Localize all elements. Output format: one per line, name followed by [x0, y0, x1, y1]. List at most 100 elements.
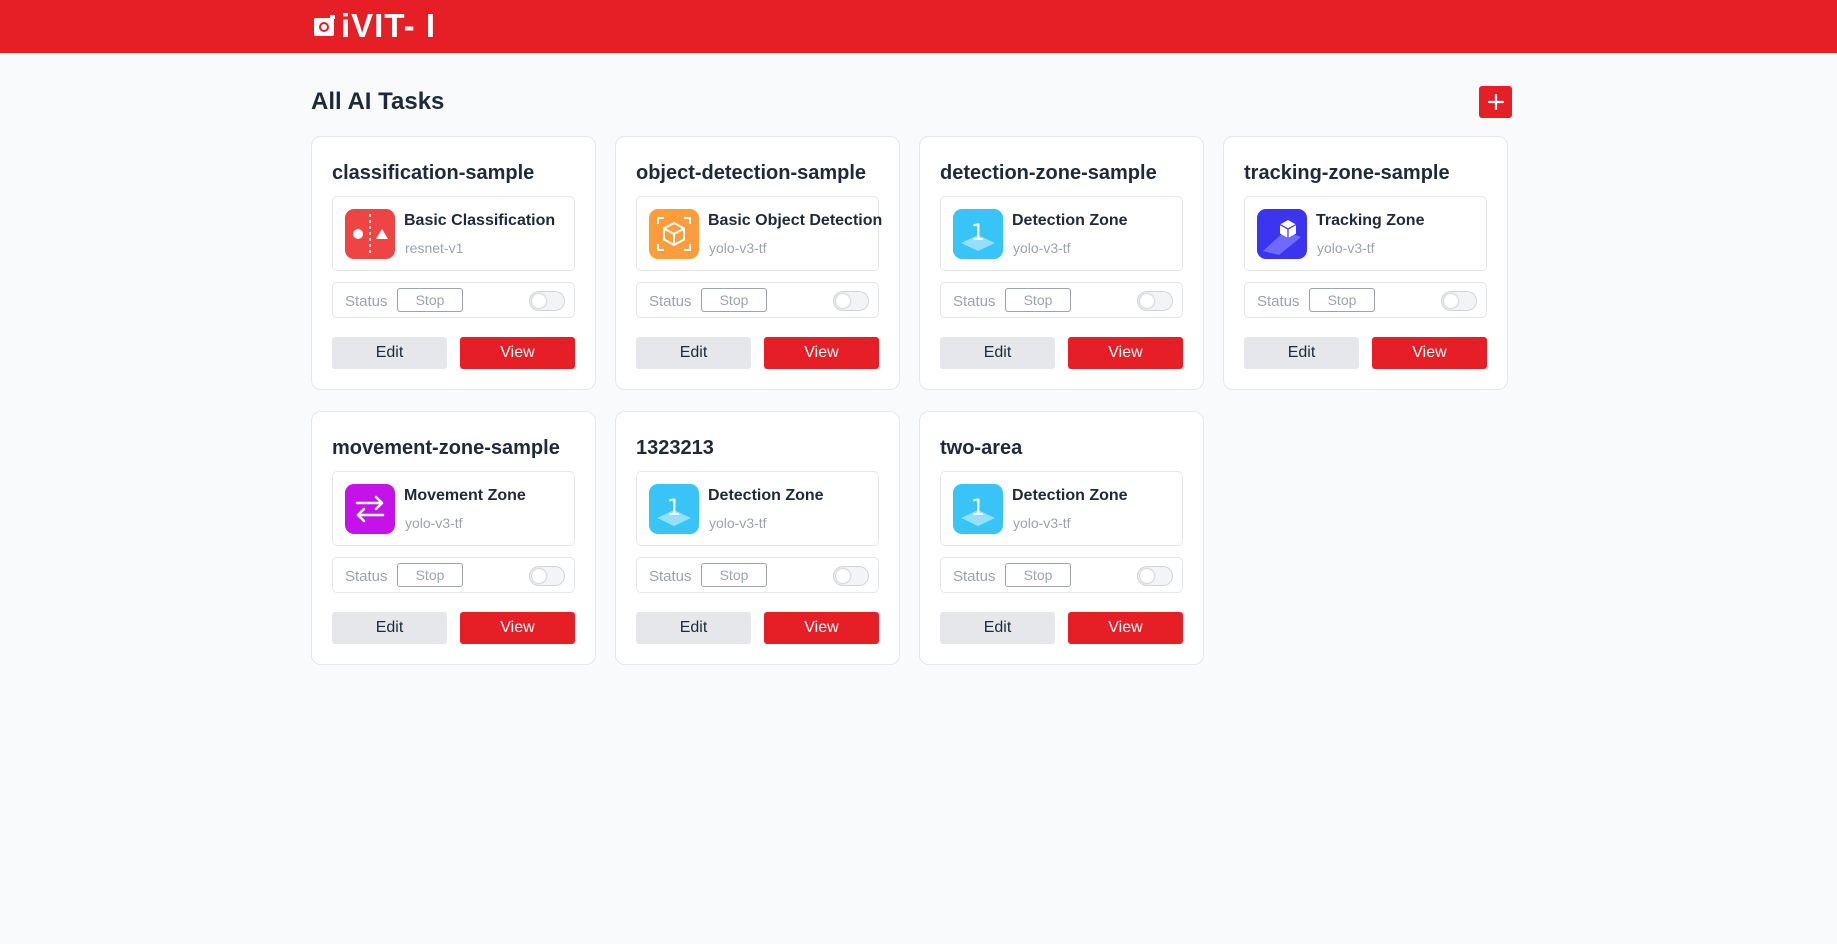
model-name: yolo-v3-tf: [1013, 515, 1071, 531]
task-name[interactable]: detection-zone-sample: [940, 162, 1157, 185]
detection-zone-icon: 1: [953, 209, 1003, 259]
edit-button[interactable]: Edit: [940, 337, 1055, 369]
task-application: Basic Classification resnet-v1: [332, 196, 575, 271]
status-label: Status: [1257, 293, 1300, 310]
svg-text:1: 1: [971, 221, 985, 246]
view-button[interactable]: View: [764, 612, 879, 644]
task-name[interactable]: object-detection-sample: [636, 162, 866, 185]
status-badge: Stop: [1309, 288, 1375, 312]
task-card: movement-zone-sample Movement Zone yolo-…: [311, 411, 596, 665]
object-detection-icon: [649, 209, 699, 259]
run-toggle[interactable]: [1137, 566, 1173, 586]
run-toggle[interactable]: [833, 291, 869, 311]
toggle-knob: [1140, 569, 1154, 583]
status-row: Status Stop: [636, 557, 879, 593]
status-label: Status: [953, 568, 996, 585]
status-row: Status Stop: [332, 557, 575, 593]
model-name: yolo-v3-tf: [709, 515, 767, 531]
model-name: yolo-v3-tf: [405, 515, 463, 531]
edit-button[interactable]: Edit: [332, 337, 447, 369]
task-name[interactable]: movement-zone-sample: [332, 437, 560, 460]
application-name: Detection Zone: [708, 487, 824, 504]
task-card: object-detection-sample Basic Object Det…: [615, 136, 900, 390]
run-toggle[interactable]: [1441, 291, 1477, 311]
view-button[interactable]: View: [764, 337, 879, 369]
application-name: Detection Zone: [1012, 212, 1128, 229]
edit-button[interactable]: Edit: [332, 612, 447, 644]
status-badge: Stop: [397, 563, 463, 587]
task-application: Tracking Zone yolo-v3-tf: [1244, 196, 1487, 271]
view-button[interactable]: View: [1372, 337, 1487, 369]
toggle-knob: [1140, 294, 1154, 308]
status-label: Status: [345, 568, 388, 585]
view-button[interactable]: View: [460, 612, 575, 644]
add-task-button[interactable]: [1479, 86, 1512, 118]
task-application: Basic Object Detection yolo-v3-tf: [636, 196, 883, 271]
model-name: yolo-v3-tf: [709, 240, 767, 256]
status-row: Status Stop: [940, 557, 1183, 593]
top-bar: iVIT- I: [0, 0, 1837, 53]
task-application: 1 Detection Zone yolo-v3-tf: [636, 471, 879, 546]
task-name[interactable]: 1323213: [636, 437, 714, 460]
tracking-zone-icon: [1257, 209, 1307, 259]
status-row: Status Stop: [636, 282, 879, 318]
application-name: Tracking Zone: [1316, 212, 1425, 229]
plus-icon: [1487, 94, 1504, 110]
status-badge: Stop: [701, 288, 767, 312]
toggle-knob: [532, 294, 546, 308]
run-toggle[interactable]: [529, 566, 565, 586]
toggle-knob: [836, 294, 850, 308]
task-application: 1 Detection Zone yolo-v3-tf: [940, 471, 1183, 546]
app-logo[interactable]: iVIT- I: [313, 7, 437, 44]
status-label: Status: [649, 568, 692, 585]
model-name: yolo-v3-tf: [1013, 240, 1071, 256]
application-name: Detection Zone: [1012, 487, 1128, 504]
svg-text:1: 1: [667, 496, 681, 521]
task-name[interactable]: classification-sample: [332, 162, 534, 185]
view-button[interactable]: View: [460, 337, 575, 369]
classification-icon: [345, 209, 395, 259]
model-name: resnet-v1: [405, 240, 464, 256]
task-name[interactable]: tracking-zone-sample: [1244, 162, 1450, 185]
application-name: Movement Zone: [404, 487, 526, 504]
run-toggle[interactable]: [833, 566, 869, 586]
task-grid: classification-sample Basic Classificati…: [311, 136, 1509, 665]
detection-zone-icon: 1: [649, 484, 699, 534]
task-card: 1323213 1 Detection Zone yolo-v3-tf Stat…: [615, 411, 900, 665]
status-badge: Stop: [701, 563, 767, 587]
task-card: two-area 1 Detection Zone yolo-v3-tf Sta…: [919, 411, 1204, 665]
task-application: Movement Zone yolo-v3-tf: [332, 471, 575, 546]
logo-camera-icon: [313, 14, 337, 38]
status-badge: Stop: [1005, 288, 1071, 312]
application-name: Basic Object Detection: [708, 212, 883, 229]
model-name: yolo-v3-tf: [1317, 240, 1375, 256]
view-button[interactable]: View: [1068, 612, 1183, 644]
status-badge: Stop: [1005, 563, 1071, 587]
run-toggle[interactable]: [529, 291, 565, 311]
application-name: Basic Classification: [404, 212, 556, 229]
task-card: classification-sample Basic Classificati…: [311, 136, 596, 390]
status-row: Status Stop: [940, 282, 1183, 318]
status-label: Status: [649, 293, 692, 310]
edit-button[interactable]: Edit: [940, 612, 1055, 644]
detection-zone-icon: 1: [953, 484, 1003, 534]
logo-text: iVIT- I: [341, 7, 437, 44]
toggle-knob: [836, 569, 850, 583]
status-label: Status: [953, 293, 996, 310]
run-toggle[interactable]: [1137, 291, 1173, 311]
toggle-knob: [1444, 294, 1458, 308]
movement-zone-icon: [345, 484, 395, 534]
status-badge: Stop: [397, 288, 463, 312]
status-label: Status: [345, 293, 388, 310]
edit-button[interactable]: Edit: [1244, 337, 1359, 369]
edit-button[interactable]: Edit: [636, 337, 751, 369]
edit-button[interactable]: Edit: [636, 612, 751, 644]
toggle-knob: [532, 569, 546, 583]
svg-text:1: 1: [971, 496, 985, 521]
task-name[interactable]: two-area: [940, 437, 1022, 460]
view-button[interactable]: View: [1068, 337, 1183, 369]
status-row: Status Stop: [1244, 282, 1487, 318]
task-application: 1 Detection Zone yolo-v3-tf: [940, 196, 1183, 271]
status-row: Status Stop: [332, 282, 575, 318]
page-title: All AI Tasks: [311, 88, 445, 115]
